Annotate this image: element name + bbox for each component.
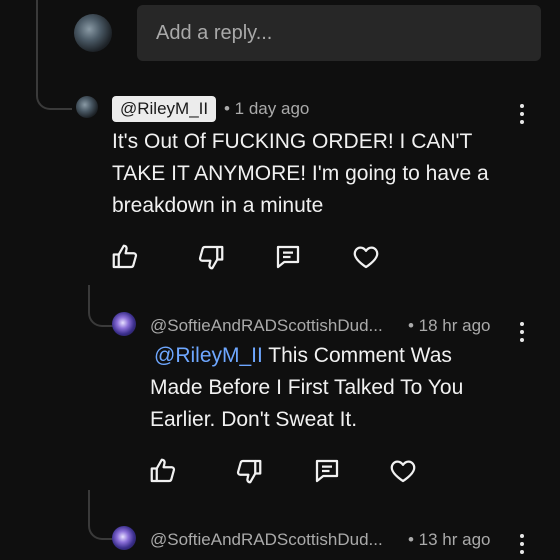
reply-input-box[interactable] <box>137 5 541 61</box>
thumbs-down-icon[interactable] <box>196 242 226 272</box>
thumbs-up-icon[interactable] <box>110 242 140 272</box>
reply-input[interactable] <box>137 5 541 61</box>
heart-icon[interactable] <box>388 456 418 486</box>
reply-timestamp: • 18 hr ago <box>408 316 491 335</box>
comment-icon[interactable] <box>273 242 303 272</box>
comment-author-avatar[interactable] <box>76 96 98 118</box>
more-vertical-icon[interactable] <box>518 104 526 124</box>
thumbs-down-icon[interactable] <box>234 456 264 486</box>
comment-timestamp: • 1 day ago <box>224 99 310 118</box>
thumbs-up-icon[interactable] <box>148 456 178 486</box>
thread-line-reply1 <box>88 285 114 327</box>
reply-author-handle[interactable]: @SoftieAndRADScottishDud... <box>150 316 383 336</box>
more-vertical-icon[interactable] <box>518 534 526 554</box>
reply-author-avatar[interactable] <box>112 526 136 550</box>
heart-icon[interactable] <box>351 242 381 272</box>
reply-timestamp: • 13 hr ago <box>408 530 491 549</box>
thread-line-reply2 <box>88 490 114 540</box>
comment-text: It's Out Of FUCKING ORDER! I CAN'T TAKE … <box>112 130 489 217</box>
more-vertical-icon[interactable] <box>518 322 526 342</box>
reply-author-avatar[interactable] <box>112 312 136 336</box>
mention-link[interactable]: @RileyM_II <box>154 344 263 367</box>
comment-icon[interactable] <box>312 456 342 486</box>
comment-author-handle[interactable]: @RileyM_II <box>112 96 217 122</box>
current-user-avatar <box>74 14 112 52</box>
reply-text: @RileyM_II This Comment Was Made Before … <box>150 340 490 436</box>
thread-line-top <box>36 0 72 110</box>
reply-author-handle[interactable]: @SoftieAndRADScottishDud... <box>150 530 383 550</box>
